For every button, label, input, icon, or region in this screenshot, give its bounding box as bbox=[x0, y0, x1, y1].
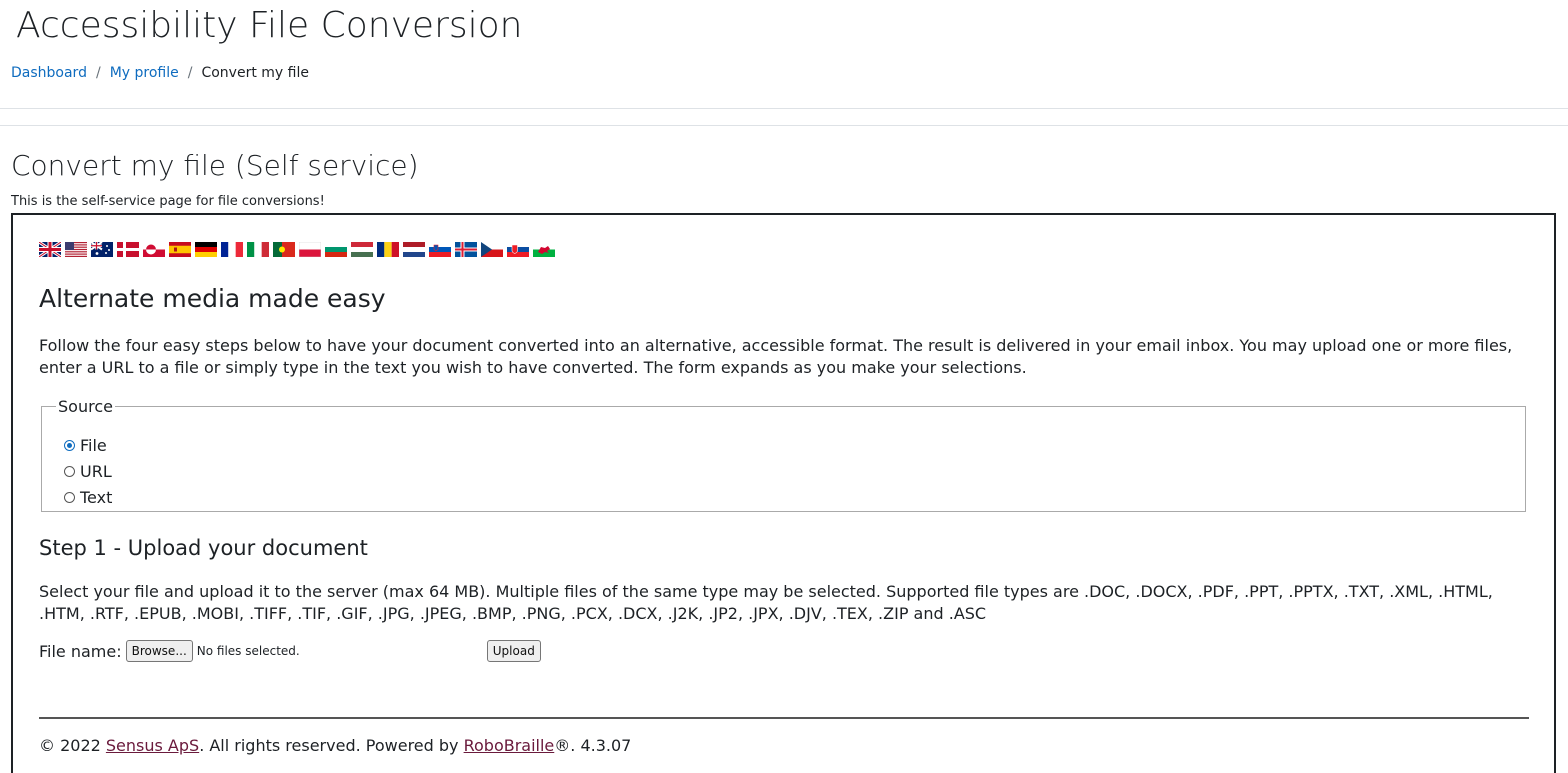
breadcrumb: Dashboard / My profile / Convert my file bbox=[11, 62, 309, 84]
breadcrumb-separator: / bbox=[95, 65, 101, 81]
source-legend: Source bbox=[58, 397, 113, 416]
flag-slovakia-icon[interactable] bbox=[507, 242, 529, 257]
radio-label-file: File bbox=[80, 436, 107, 455]
source-option-url[interactable]: URL bbox=[64, 462, 112, 481]
step1-heading: Step 1 - Upload your document bbox=[39, 536, 368, 560]
flag-italy-icon[interactable] bbox=[247, 242, 269, 257]
footer-divider bbox=[39, 717, 1529, 719]
flag-czech-icon[interactable] bbox=[481, 242, 503, 257]
breadcrumb-dashboard[interactable]: Dashboard bbox=[11, 65, 87, 81]
flag-iceland-icon[interactable] bbox=[455, 242, 477, 257]
footer-rights: . All rights reserved. Powered by bbox=[199, 736, 464, 755]
breadcrumb-current: Convert my file bbox=[201, 65, 309, 81]
flag-spain-icon[interactable] bbox=[169, 242, 191, 257]
flag-poland-icon[interactable] bbox=[299, 242, 321, 257]
panel-description: Follow the four easy steps below to have… bbox=[39, 336, 1513, 377]
intro-text: This is the self-service page for file c… bbox=[11, 194, 325, 209]
file-status: No files selected. bbox=[196, 644, 300, 658]
source-option-text[interactable]: Text bbox=[64, 488, 112, 507]
radio-label-text: Text bbox=[80, 488, 113, 507]
section-title: Convert my file (Self service) bbox=[11, 149, 419, 182]
flag-portugal-icon[interactable] bbox=[273, 242, 295, 257]
flag-uk-icon[interactable] bbox=[39, 242, 61, 257]
radio-url[interactable] bbox=[64, 466, 75, 477]
radio-text[interactable] bbox=[64, 492, 75, 503]
file-upload-row: File name: Browse... No files selected. … bbox=[39, 640, 541, 662]
source-option-file[interactable]: File bbox=[64, 436, 107, 455]
flag-australia-icon[interactable] bbox=[91, 242, 113, 257]
footer-version: ®. 4.3.07 bbox=[554, 736, 632, 755]
flag-france-icon[interactable] bbox=[221, 242, 243, 257]
flag-germany-icon[interactable] bbox=[195, 242, 217, 257]
footer-company-link[interactable]: Sensus ApS bbox=[106, 736, 199, 755]
page-header: Accessibility File Conversion Dashboard /… bbox=[0, 0, 1568, 109]
flag-greenland-icon[interactable] bbox=[143, 242, 165, 257]
breadcrumb-separator: / bbox=[187, 65, 193, 81]
file-name-label: File name: bbox=[39, 641, 122, 661]
conversion-panel: Alternate media made easy Follow the fou… bbox=[11, 213, 1556, 773]
flag-denmark-icon[interactable] bbox=[117, 242, 139, 257]
flag-hungary-icon[interactable] bbox=[351, 242, 373, 257]
footer-product-link[interactable]: RoboBraille bbox=[464, 736, 555, 755]
radio-file[interactable] bbox=[64, 440, 75, 451]
breadcrumb-my-profile[interactable]: My profile bbox=[110, 65, 179, 81]
panel-heading: Alternate media made easy bbox=[39, 284, 386, 313]
flag-bulgaria-icon[interactable] bbox=[325, 242, 347, 257]
language-flags bbox=[39, 242, 555, 257]
flag-slovenia-icon[interactable] bbox=[429, 242, 451, 257]
flag-netherlands-icon[interactable] bbox=[403, 242, 425, 257]
upload-button[interactable]: Upload bbox=[486, 640, 541, 662]
radio-label-url: URL bbox=[80, 462, 112, 481]
divider bbox=[0, 125, 1568, 126]
footer-copyright: © 2022 bbox=[39, 736, 106, 755]
flag-romania-icon[interactable] bbox=[377, 242, 399, 257]
browse-button[interactable]: Browse... bbox=[125, 640, 193, 662]
flag-us-icon[interactable] bbox=[65, 242, 87, 257]
source-fieldset: Source File URL Text bbox=[41, 397, 1526, 512]
flag-wales-icon[interactable] bbox=[533, 242, 555, 257]
footer: © 2022 Sensus ApS. All rights reserved. … bbox=[39, 735, 631, 757]
page-title: Accessibility File Conversion bbox=[16, 5, 523, 46]
step1-description: Select your file and upload it to the se… bbox=[39, 582, 1493, 623]
